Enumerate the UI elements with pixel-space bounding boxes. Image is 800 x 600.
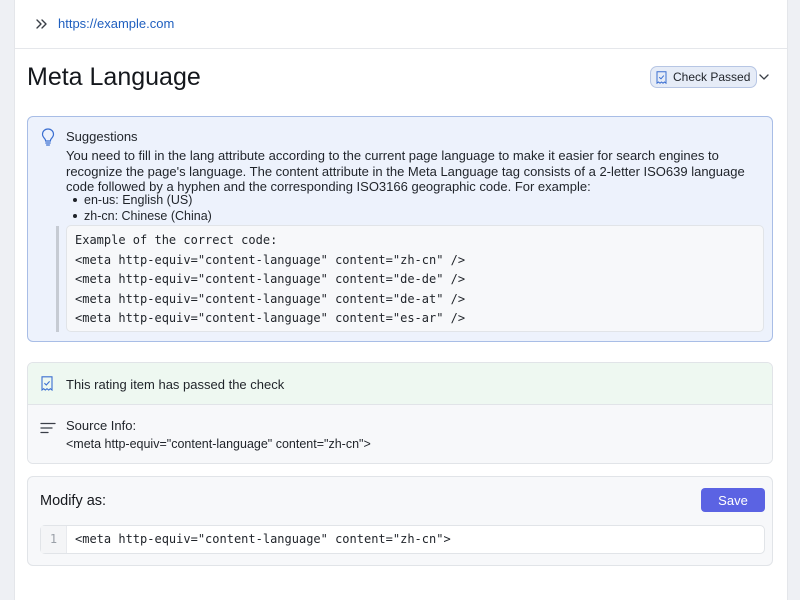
receipt-check-icon <box>41 376 53 392</box>
page-title: Meta Language <box>27 63 201 91</box>
source-info-title: Source Info: <box>66 418 137 433</box>
suggestions-text: You need to fill in the lang attribute a… <box>66 148 745 194</box>
blockquote-bar <box>56 226 59 332</box>
receipt-check-icon <box>656 70 667 84</box>
editor-code-line[interactable]: <meta http-equiv="content-language" cont… <box>75 526 451 553</box>
double-chevron-right-icon[interactable] <box>35 16 49 32</box>
modify-card: Modify as: Save 1 <meta http-equiv="cont… <box>27 476 773 566</box>
code-line: <meta http-equiv="content-language" cont… <box>75 311 466 325</box>
code-line: <meta http-equiv="content-language" cont… <box>75 291 466 306</box>
chevron-down-icon[interactable] <box>758 70 770 82</box>
lightbulb-icon <box>41 128 55 146</box>
code-editor[interactable]: 1 <meta http-equiv="content-language" co… <box>40 525 765 554</box>
report-panel: https://example.com Meta Language Check … <box>14 0 788 600</box>
save-button[interactable]: Save <box>701 488 765 512</box>
suggestions-box: Suggestions You need to fill in the lang… <box>27 116 773 342</box>
line-number: 1 <box>41 526 67 553</box>
list-item: zh-cn: Chinese (China) <box>70 208 212 224</box>
list-item: en-us: English (US) <box>70 192 212 208</box>
example-list: en-us: English (US) zh-cn: Chinese (Chin… <box>70 192 212 224</box>
code-line: Example of the correct code: <box>75 233 278 247</box>
check-result-card: This rating item has passed the check So… <box>27 362 773 464</box>
url-bar: https://example.com <box>15 0 787 49</box>
status-badge-label: Check Passed <box>673 70 751 84</box>
status-badge: Check Passed <box>650 66 758 88</box>
url-link[interactable]: https://example.com <box>58 16 174 32</box>
example-code-block: Example of the correct code: <meta http-… <box>66 225 764 332</box>
modify-title: Modify as: <box>40 493 107 509</box>
suggestions-title: Suggestions <box>66 129 138 144</box>
code-line: <meta http-equiv="content-language" cont… <box>75 272 466 286</box>
text-lines-icon <box>40 421 56 434</box>
source-info-value: <meta http-equiv="content-language" cont… <box>66 437 371 451</box>
source-info-row: Source Info: <meta http-equiv="content-l… <box>28 405 772 463</box>
pass-row: This rating item has passed the check <box>28 363 772 405</box>
pass-message: This rating item has passed the check <box>66 377 285 392</box>
code-line: <meta http-equiv="content-language" cont… <box>75 252 466 267</box>
